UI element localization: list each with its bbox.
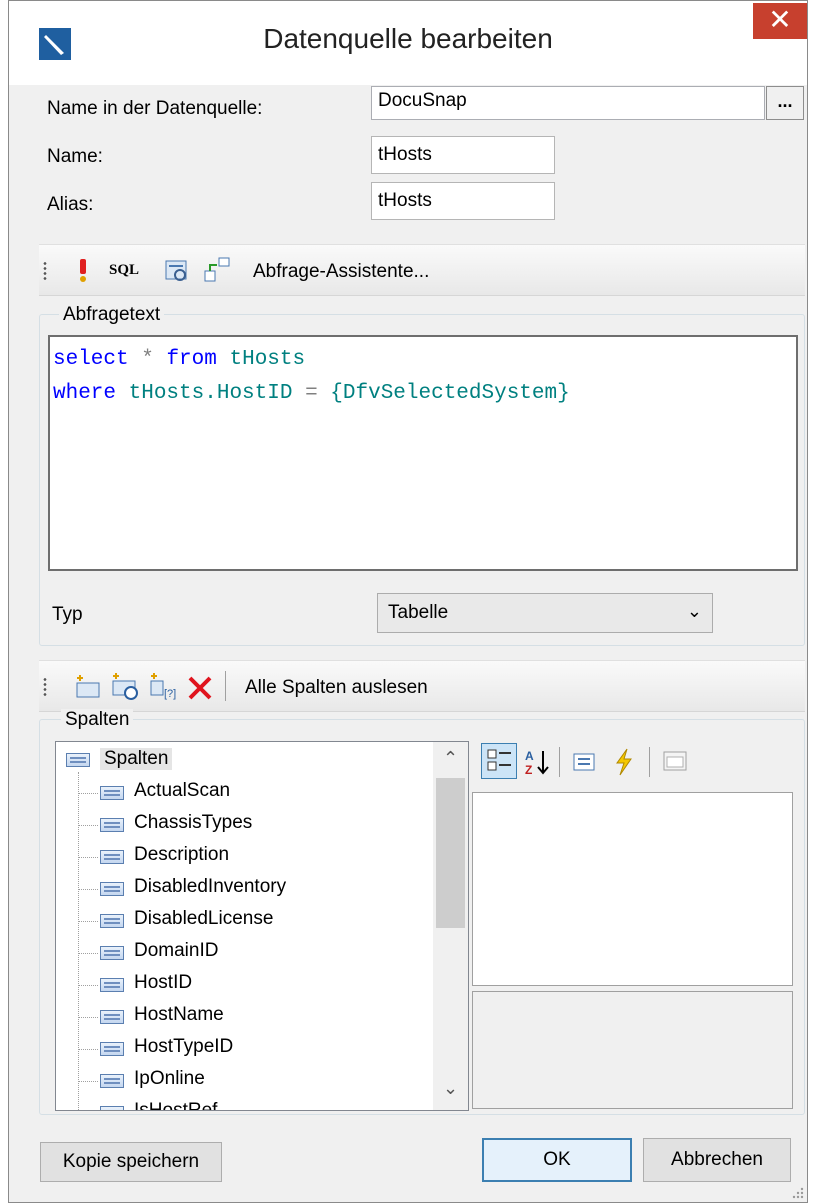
property-grid[interactable] — [472, 792, 793, 986]
read-all-columns-button[interactable]: Alle Spalten auslesen — [245, 677, 428, 699]
column-icon — [100, 882, 124, 896]
svg-text:Z: Z — [525, 763, 532, 777]
columns-group-title: Spalten — [61, 709, 134, 731]
column-icon — [100, 818, 124, 832]
alias-label: Alias: — [47, 194, 94, 215]
tree-connector — [78, 825, 98, 826]
column-icon — [100, 914, 124, 928]
tree-connector — [78, 857, 98, 858]
column-icon — [100, 1010, 124, 1024]
dialog-window: Datenquelle bearbeiten ✕ Name in der Dat… — [8, 0, 808, 1203]
columns-toolbar: [?] Alle Spalten auslesen — [39, 660, 805, 712]
toolbar-separator — [225, 671, 226, 701]
alphabetical-icon[interactable]: A Z — [523, 747, 553, 777]
new-calculated-column-icon[interactable] — [109, 673, 141, 701]
tree-column-item[interactable]: Description — [134, 844, 229, 866]
column-icon — [100, 946, 124, 960]
type-value: Tabelle — [388, 602, 449, 623]
query-group-title: Abfragetext — [59, 304, 165, 326]
query-wizard-button[interactable]: Abfrage-Assistente... — [253, 261, 429, 283]
property-pages-icon[interactable] — [661, 749, 689, 775]
preview-icon[interactable] — [165, 259, 189, 283]
tree-column-item[interactable]: HostID — [134, 972, 192, 994]
columns-tree[interactable]: Spalten ActualScan ChassisTypes Descriptio… — [55, 741, 469, 1111]
tree-connector — [78, 985, 98, 986]
svg-text:A: A — [525, 749, 534, 763]
chevron-down-icon: ⌄ — [686, 601, 702, 621]
exclamation-icon[interactable] — [77, 259, 89, 283]
save-copy-button[interactable]: Kopie speichern — [40, 1142, 222, 1182]
tree-scrollbar[interactable]: ⌃ ⌄ — [433, 742, 468, 1110]
column-icon — [100, 1106, 124, 1110]
query-builder-icon[interactable] — [203, 257, 233, 285]
categorized-icon — [487, 749, 511, 771]
scroll-down-icon[interactable]: ⌄ — [433, 1078, 468, 1099]
column-icon — [100, 1074, 124, 1088]
toolbar-grip[interactable] — [43, 261, 47, 281]
scroll-thumb[interactable] — [436, 778, 465, 928]
type-label: Typ — [52, 604, 83, 625]
tree-connector — [78, 953, 98, 954]
column-icon — [100, 786, 124, 800]
svg-text:[?]: [?] — [164, 688, 176, 700]
scroll-up-icon[interactable]: ⌃ — [433, 748, 468, 769]
toolbar-separator — [559, 747, 560, 777]
source-name-field[interactable]: DocuSnap — [371, 86, 765, 120]
property-toolbar: A Z — [479, 741, 799, 785]
column-icon — [100, 978, 124, 992]
tree-column-item[interactable]: HostTypeID — [134, 1036, 233, 1058]
tree-root-item[interactable]: Spalten — [100, 748, 173, 770]
tree-column-item[interactable]: IpOnline — [134, 1068, 205, 1090]
tree-connector — [78, 921, 98, 922]
tree-connector — [78, 889, 98, 890]
column-icon — [100, 1042, 124, 1056]
tree-connector — [78, 1081, 98, 1082]
tree-column-item[interactable]: DisabledInventory — [134, 876, 286, 898]
ok-button[interactable]: OK — [482, 1138, 632, 1182]
tree-line — [78, 772, 79, 1110]
tree-connector — [78, 793, 98, 794]
tree-column-item[interactable]: ActualScan — [134, 780, 230, 802]
new-parameter-icon[interactable]: [?] — [147, 673, 179, 701]
tree-column-item[interactable]: DisabledLicense — [134, 908, 273, 930]
new-column-icon[interactable] — [73, 675, 101, 699]
tree-connector — [78, 1049, 98, 1050]
title-bar[interactable]: Datenquelle bearbeiten ✕ — [9, 1, 807, 85]
type-dropdown[interactable]: Tabelle ⌄ — [377, 593, 713, 633]
browse-button[interactable]: ... — [766, 86, 804, 120]
cancel-button[interactable]: Abbrechen — [643, 1138, 791, 1182]
resize-grip-icon[interactable] — [791, 1186, 805, 1200]
column-icon — [100, 850, 124, 864]
tree-connector — [78, 1017, 98, 1018]
query-toolbar: SQL Abfrage-Assistente... — [39, 244, 805, 296]
tree-column-item[interactable]: DomainID — [134, 940, 218, 962]
name-label: Name: — [47, 146, 103, 167]
tree-column-item[interactable]: IsHostRef — [134, 1100, 217, 1110]
column-icon — [66, 753, 90, 767]
toolbar-separator — [649, 747, 650, 777]
tree-column-item[interactable]: HostName — [134, 1004, 224, 1026]
sql-editor[interactable]: select * from tHosts where tHosts.HostID… — [48, 335, 798, 571]
source-name-label: Name in der Datenquelle: — [47, 98, 263, 119]
toolbar-grip[interactable] — [43, 677, 47, 697]
properties-icon[interactable] — [571, 749, 597, 775]
property-description — [472, 991, 793, 1109]
sql-icon[interactable]: SQL — [109, 262, 139, 279]
tree-column-item[interactable]: ChassisTypes — [134, 812, 252, 834]
categorized-button[interactable] — [481, 743, 517, 779]
alias-field[interactable]: tHosts — [371, 182, 555, 220]
delete-icon[interactable] — [187, 675, 213, 701]
window-title: Datenquelle bearbeiten — [263, 23, 553, 54]
name-field[interactable]: tHosts — [371, 136, 555, 174]
close-button[interactable]: ✕ — [753, 3, 807, 39]
events-icon[interactable] — [611, 747, 637, 777]
